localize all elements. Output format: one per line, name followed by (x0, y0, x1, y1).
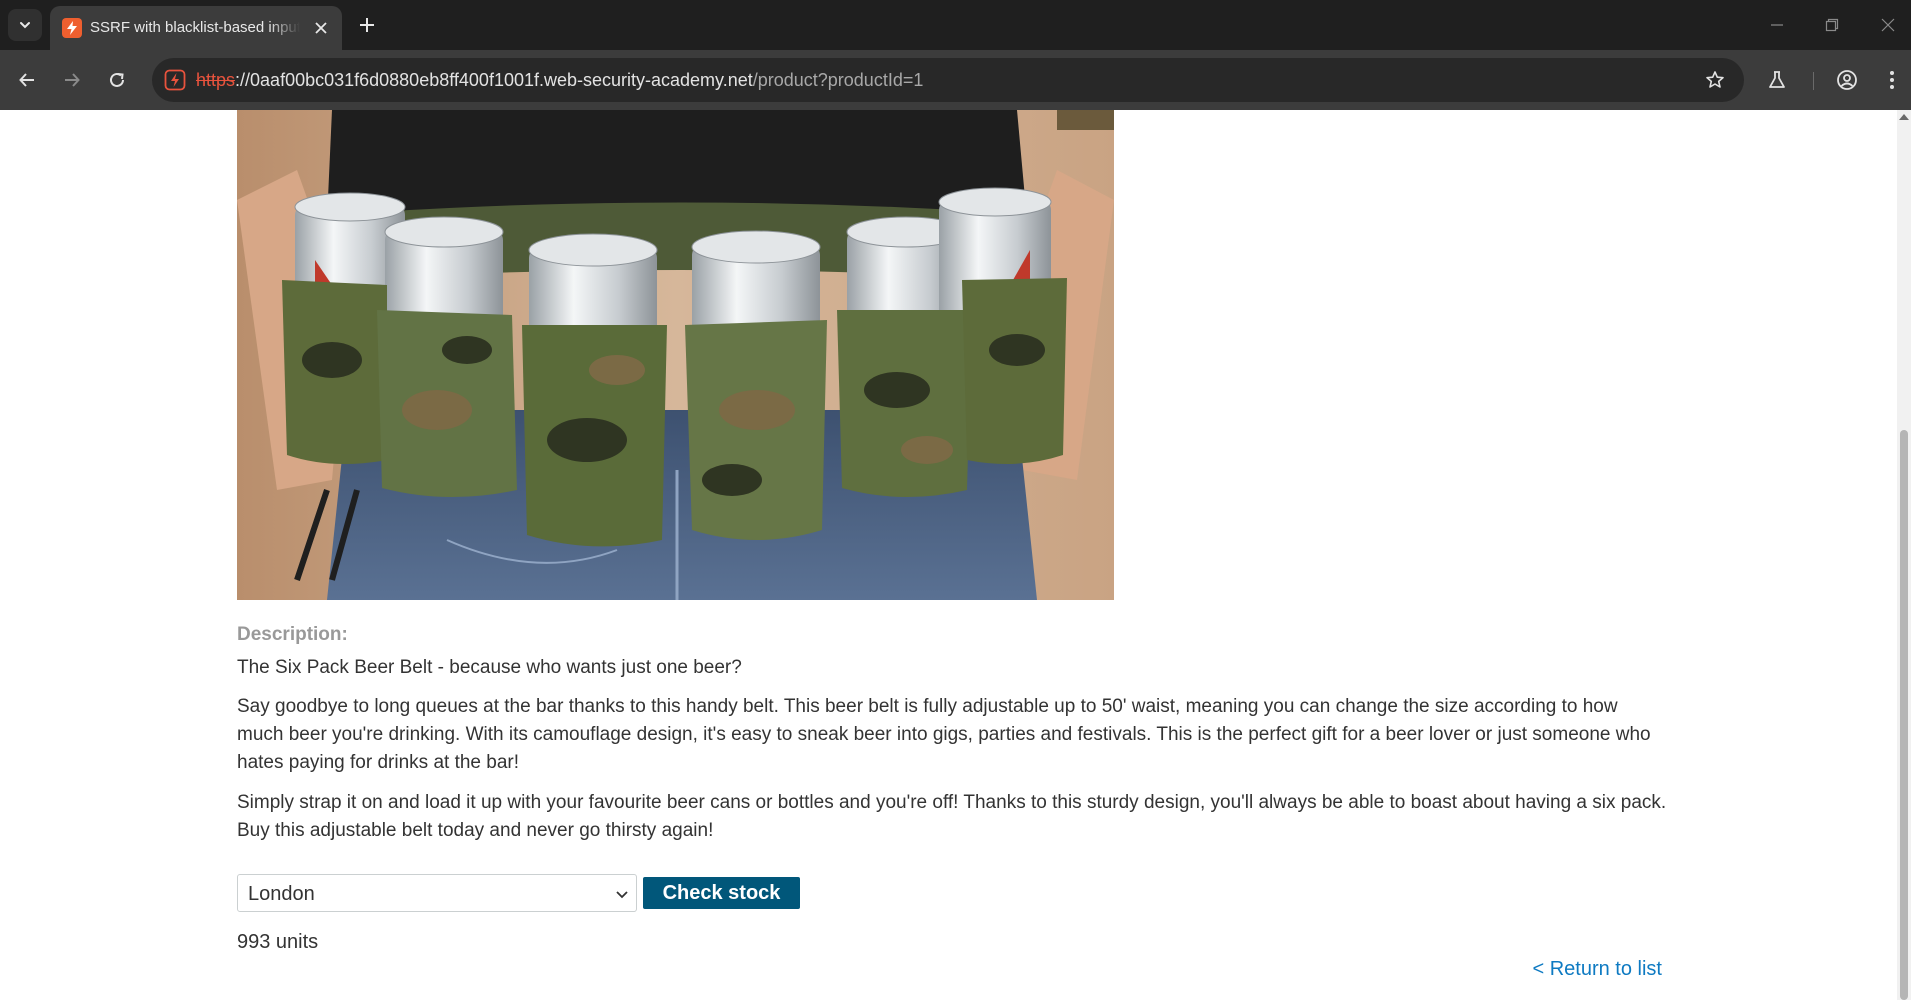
reload-icon (110, 72, 124, 87)
profile-button[interactable] (1831, 64, 1863, 96)
description-paragraph: Say goodbye to long queues at the bar th… (237, 696, 1651, 773)
page-viewport: Description: The Six Pack Beer Belt - be… (0, 110, 1911, 1000)
back-button[interactable] (11, 64, 43, 96)
menu-button[interactable] (1876, 64, 1908, 96)
return-to-list-link[interactable]: < Return to list (1532, 958, 1662, 981)
arrow-left-icon (19, 73, 34, 87)
scrollbar-thumb[interactable] (1900, 430, 1908, 1000)
site-info-button[interactable] (158, 64, 192, 96)
page-scrollbar[interactable] (1897, 110, 1911, 1000)
address-bar[interactable]: https://0aaf00bc031f6d0880eb8ff400f1001f… (152, 58, 1744, 102)
arrow-right-icon (65, 73, 80, 87)
close-window-button[interactable] (1868, 10, 1908, 40)
product-tagline: The Six Pack Beer Belt - because who wan… (237, 657, 742, 678)
restore-button[interactable] (1812, 10, 1852, 40)
product-image (237, 110, 1114, 600)
stock-result: 993 units (237, 931, 319, 953)
stock-check-form: London Check stock (237, 874, 837, 914)
chevron-down-icon (616, 891, 628, 899)
description-label: Description: (237, 624, 348, 645)
labs-button[interactable] (1761, 64, 1793, 96)
plus-icon (360, 18, 374, 32)
url-path: /product?productId=1 (752, 70, 924, 90)
url-host: ://0aaf00bc031f6d0880eb8ff400f1001f.web-… (235, 70, 753, 90)
chevron-down-icon (20, 22, 30, 29)
account-circle-icon (1837, 70, 1857, 90)
reload-button[interactable] (101, 64, 133, 96)
check-stock-button[interactable]: Check stock (643, 877, 800, 909)
not-secure-lab-icon (164, 69, 186, 91)
minimize-button[interactable] (1757, 10, 1797, 40)
six-pack-beer-belt-photo-icon (237, 110, 1114, 600)
url-scheme: https (196, 70, 236, 90)
close-icon (1881, 18, 1895, 32)
new-tab-button[interactable] (352, 10, 382, 40)
scroll-up-arrow-icon[interactable] (1899, 114, 1909, 120)
minimize-icon (1771, 24, 1783, 26)
tab-title: SSRF with blacklist-based input filter (90, 19, 300, 36)
bookmark-button[interactable] (1700, 65, 1730, 95)
url-text[interactable]: https://0aaf00bc031f6d0880eb8ff400f1001f… (196, 70, 923, 91)
store-select-value: London (248, 883, 315, 905)
restore-icon (1825, 18, 1839, 32)
browser-toolbar: https://0aaf00bc031f6d0880eb8ff400f1001f… (0, 50, 1911, 110)
description-paragraph: Simply strap it on and load it up with y… (237, 792, 1667, 841)
lab-favicon-icon (62, 18, 82, 38)
store-select[interactable]: London (237, 874, 637, 912)
tab-strip: SSRF with blacklist-based input filter (0, 0, 1911, 50)
active-tab[interactable]: SSRF with blacklist-based input filter (50, 6, 342, 50)
star-icon (1706, 71, 1724, 88)
more-vert-icon (1890, 71, 1894, 89)
tab-search-button[interactable] (8, 9, 42, 41)
close-tab-icon[interactable] (310, 17, 332, 39)
flask-icon (1769, 71, 1785, 88)
forward-button[interactable] (56, 64, 88, 96)
toolbar-divider (1813, 72, 1814, 90)
product-description: Description: The Six Pack Beer Belt - be… (237, 624, 1667, 845)
